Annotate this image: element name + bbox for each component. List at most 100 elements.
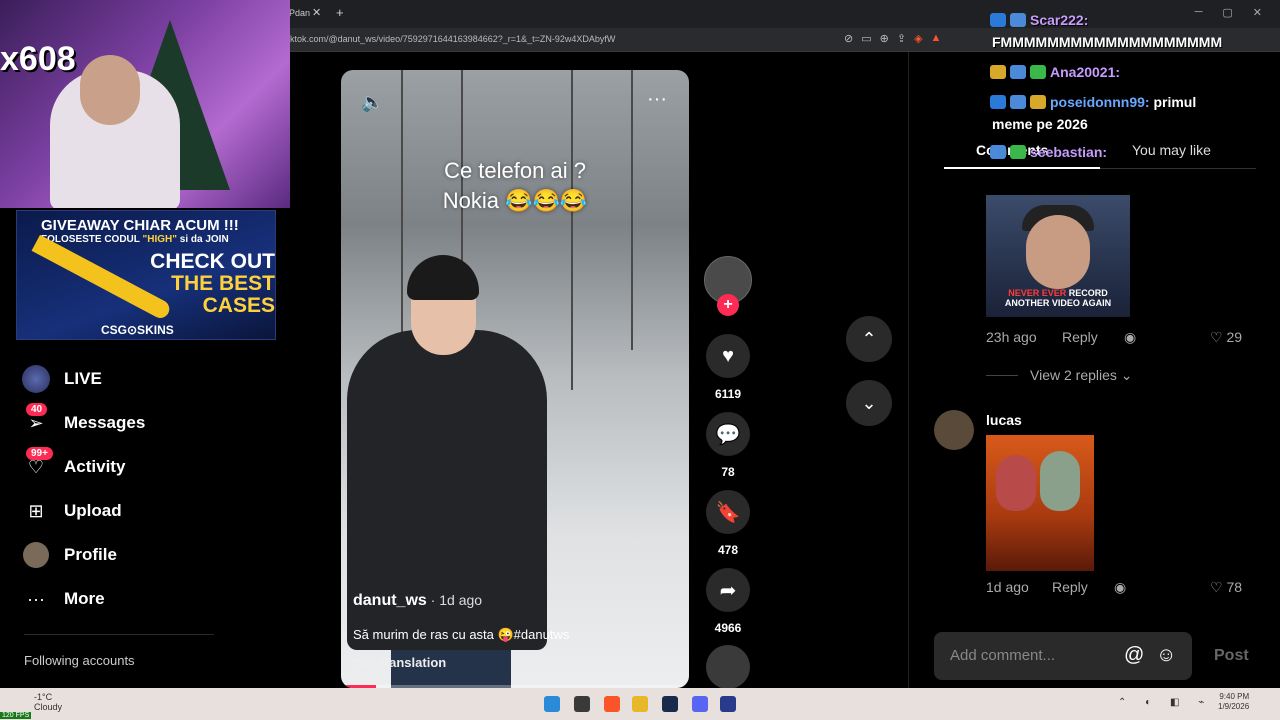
paper-plane-icon: ➢ 40: [22, 403, 50, 437]
comment-button[interactable]: 💬: [706, 412, 750, 456]
share-button[interactable]: ➦: [706, 568, 750, 612]
sidebar-item-messages[interactable]: ➢ 40 Messages: [22, 403, 146, 438]
chat-message-text: FMMMMMMMMMMMMMMMMMMM: [992, 34, 1223, 50]
reply-button[interactable]: Reply: [1062, 329, 1098, 345]
system-tray[interactable]: ⌃ ◐ ◧ ⌁: [1118, 697, 1212, 708]
sidebar-item-more[interactable]: ··· More: [22, 584, 105, 614]
clock[interactable]: 9:40 PM 1/9/2026: [1218, 692, 1249, 712]
see-translation-link[interactable]: See translation: [353, 655, 446, 670]
like-button[interactable]: ♥: [706, 334, 750, 378]
figure-shape: [996, 455, 1036, 511]
tab-close-icon[interactable]: ✕: [312, 6, 321, 19]
comment-image[interactable]: NEVER EVER RECORD ANOTHER VIDEO AGAIN: [986, 195, 1130, 317]
heart-outline-icon: ♡: [1210, 579, 1223, 595]
sound-avatar[interactable]: [706, 645, 750, 689]
app-icon[interactable]: [720, 696, 736, 712]
comment-like-button[interactable]: ♡ 29: [1210, 329, 1242, 346]
start-icon[interactable]: [544, 696, 560, 712]
sidebar-item-live[interactable]: LIVE: [22, 364, 102, 394]
video-caption: Să murim de ras cu asta 😜#danutws: [353, 627, 570, 642]
tree-trunk: [401, 70, 403, 370]
ellipsis-icon: ···: [27, 588, 45, 609]
weather-desc: Cloudy: [34, 702, 63, 712]
sidebar-item-profile[interactable]: Profile: [22, 540, 117, 570]
post-button[interactable]: Post: [1214, 647, 1249, 665]
more-options-icon[interactable]: ···: [647, 88, 667, 111]
chat-message: Scar222:: [990, 12, 1088, 28]
cta-line3: CASES: [202, 294, 275, 317]
chat-username: Ana20021:: [1050, 64, 1121, 80]
emoji-icon[interactable]: ☺: [1156, 644, 1176, 667]
task-view-icon[interactable]: [574, 696, 590, 712]
comment-time: 23h ago: [986, 329, 1037, 345]
brave-icon[interactable]: [604, 696, 620, 712]
badge-icon: [1010, 145, 1026, 159]
previous-video-button[interactable]: ⌃: [846, 316, 892, 362]
add-comment-field[interactable]: Add comment... @ ☺: [934, 632, 1192, 680]
sound-icon[interactable]: 🔈: [361, 92, 383, 113]
tab-you-may-like[interactable]: You may like: [1132, 142, 1211, 158]
sidebar-divider: [24, 634, 214, 635]
window-controls: ─ ▢ ✕: [1195, 6, 1262, 19]
sidebar-item-activity[interactable]: ♡ 99+ Activity: [22, 447, 125, 482]
brave-shield-icon[interactable]: ◈: [914, 32, 922, 45]
giveaway-title: GIVEAWAY CHIAR ACUM !!!: [41, 217, 239, 234]
chat-message-text: primul: [1149, 94, 1197, 110]
shares-count: 4966: [714, 621, 742, 635]
steam-icon[interactable]: [662, 696, 678, 712]
sidebar-item-label: Messages: [64, 413, 146, 432]
video-author[interactable]: danut_ws · 1d ago: [353, 592, 482, 610]
activity-badge: 99+: [26, 447, 53, 460]
commenter-name[interactable]: lucas: [986, 412, 1022, 428]
badge-icon: [990, 13, 1006, 27]
clock-time: 9:40 PM: [1219, 692, 1250, 701]
comment-image[interactable]: [986, 435, 1094, 571]
mention-icon[interactable]: @: [1124, 644, 1144, 667]
sidebar-item-label: Profile: [64, 545, 117, 564]
chevron-up-icon: ⌃: [861, 328, 877, 349]
url-text[interactable]: ktok.com/@danut_ws/video/759297164416398…: [290, 34, 615, 44]
giveaway-sub-suffix: si da JOIN: [176, 234, 229, 245]
weather-temp: -1°C: [34, 692, 53, 702]
replies-divider: [986, 375, 1018, 376]
url-bar-icons: ⊘ ▭ ⊕ ⇪ ◈ ▲: [844, 32, 941, 45]
share-icon[interactable]: ⇪: [897, 32, 906, 45]
save-button[interactable]: 🔖: [706, 490, 750, 534]
sidebar-item-label: More: [64, 589, 105, 608]
clock-date: 1/9/2026: [1218, 702, 1250, 711]
badge-icon: [1010, 95, 1026, 109]
tracking-icon[interactable]: ⊘: [844, 32, 853, 45]
badge-icon: [990, 95, 1006, 109]
file-explorer-icon[interactable]: [632, 696, 648, 712]
author-name[interactable]: danut_ws: [353, 592, 427, 609]
brave-rewards-icon[interactable]: ▲: [931, 32, 942, 45]
commenter-avatar[interactable]: [934, 410, 974, 450]
plus-square-icon: ⊞: [28, 500, 44, 521]
comment-like-count: 29: [1226, 329, 1243, 345]
minimize-icon[interactable]: ─: [1195, 6, 1203, 19]
weather-widget[interactable]: -1°C Cloudy: [14, 692, 62, 712]
discord-icon[interactable]: [692, 696, 708, 712]
video-player[interactable]: 🔈 ··· Ce telefon ai ? Nokia 😂😂😂 danut_ws…: [341, 70, 689, 688]
pip-icon[interactable]: ▭: [861, 32, 871, 45]
fps-counter: 120 FPS: [0, 712, 32, 719]
follow-plus-icon[interactable]: +: [717, 294, 739, 316]
reply-button[interactable]: Reply: [1052, 579, 1088, 595]
giveaway-brand: CSG⊙SKINS: [101, 323, 174, 337]
view-replies-button[interactable]: View 2 replies ⌄: [1030, 367, 1133, 384]
sidebar-item-upload[interactable]: ⊞ Upload: [22, 496, 121, 526]
comment-like-button[interactable]: ♡ 78: [1210, 579, 1242, 596]
add-comment-placeholder[interactable]: Add comment...: [950, 647, 1055, 664]
overlay-line2: Nokia 😂😂😂: [442, 188, 588, 213]
zoom-icon[interactable]: ⊕: [880, 32, 889, 45]
next-video-button[interactable]: ⌄: [846, 380, 892, 426]
comment-like-count: 78: [1226, 579, 1243, 595]
browser-tab[interactable]: Pdan: [285, 4, 330, 24]
video-text-overlay: Ce telefon ai ? Nokia 😂😂😂: [341, 156, 689, 216]
crown-icon: [990, 65, 1006, 79]
streamer-webcam: x608: [0, 0, 290, 208]
chat-message: seebastian:: [990, 144, 1107, 160]
maximize-icon[interactable]: ▢: [1222, 6, 1232, 19]
new-tab-icon[interactable]: +: [336, 5, 344, 20]
close-window-icon[interactable]: ✕: [1253, 6, 1262, 19]
